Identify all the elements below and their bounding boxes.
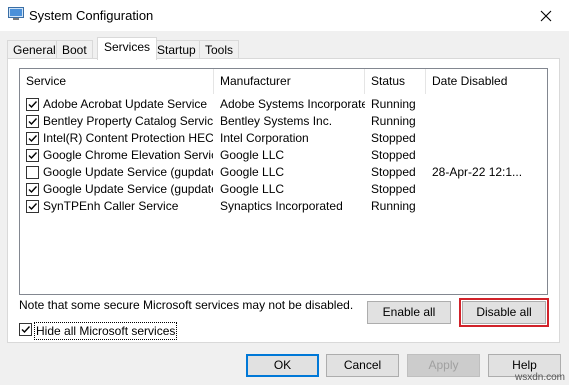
service-checkbox[interactable] xyxy=(26,115,39,128)
tab-boot[interactable]: Boot xyxy=(56,40,93,60)
enable-all-button[interactable]: Enable all xyxy=(367,301,451,324)
manufacturer: Adobe Systems Incorporated xyxy=(220,97,365,111)
service-name: Google Chrome Elevation Servic... xyxy=(43,148,213,162)
checkmark-icon xyxy=(28,135,38,143)
service-checkbox[interactable] xyxy=(26,166,39,179)
checkmark-icon xyxy=(28,152,38,160)
date-disabled xyxy=(432,96,544,113)
checkmark-icon xyxy=(28,118,38,126)
service-checkbox[interactable] xyxy=(26,98,39,111)
tab-startup[interactable]: Startup xyxy=(151,40,202,60)
manufacturer: Synaptics Incorporated xyxy=(220,199,343,213)
tab-general[interactable]: General xyxy=(7,40,62,60)
service-name: Google Update Service (gupdate) xyxy=(43,165,213,179)
date-disabled xyxy=(432,147,544,164)
table-row[interactable]: Intel(R) Content Protection HEC... Intel … xyxy=(20,130,547,147)
service-name: SynTPEnh Caller Service xyxy=(43,199,179,213)
table-row[interactable]: Adobe Acrobat Update Service Adobe System… xyxy=(20,96,547,113)
manufacturer: Google LLC xyxy=(220,148,285,162)
service-name: Adobe Acrobat Update Service xyxy=(43,97,208,111)
status: Running xyxy=(371,199,416,213)
status: Running xyxy=(371,114,416,128)
close-button[interactable] xyxy=(523,0,569,31)
service-name: Bentley Property Catalog Service xyxy=(43,114,213,128)
cancel-button[interactable]: Cancel xyxy=(326,354,399,377)
disable-all-button[interactable]: Disable all xyxy=(459,298,549,327)
checkmark-icon xyxy=(28,101,38,109)
status: Stopped xyxy=(371,182,416,196)
hide-ms-services-label: Hide all Microsoft services xyxy=(34,322,178,340)
table-row[interactable]: Google Chrome Elevation Servic... Google … xyxy=(20,147,547,164)
column-header-date-disabled[interactable]: Date Disabled xyxy=(426,69,547,94)
date-disabled xyxy=(432,113,544,130)
apply-button: Apply xyxy=(407,354,480,377)
service-checkbox[interactable] xyxy=(26,200,39,213)
manufacturer: Intel Corporation xyxy=(220,131,309,145)
table-row[interactable]: SynTPEnh Caller Service Synaptics Incorpo… xyxy=(20,198,547,215)
date-disabled xyxy=(432,198,544,215)
table-row[interactable]: Google Update Service (gupdate) Google LL… xyxy=(20,164,547,181)
service-checkbox[interactable] xyxy=(26,149,39,162)
manufacturer: Bentley Systems Inc. xyxy=(220,114,333,128)
manufacturer: Google LLC xyxy=(220,165,285,179)
column-header-manufacturer[interactable]: Manufacturer xyxy=(214,69,365,94)
checkbox[interactable] xyxy=(19,323,32,336)
watermark: wsxdn.com xyxy=(514,372,565,383)
note-text: Note that some secure Microsoft services… xyxy=(19,298,354,312)
service-name: Google Update Service (gupdatem) xyxy=(43,182,213,196)
tab-tools[interactable]: Tools xyxy=(199,40,240,60)
service-name: Intel(R) Content Protection HEC... xyxy=(43,131,213,145)
checkmark-icon xyxy=(21,326,31,334)
table-row[interactable]: Bentley Property Catalog Service Bentley … xyxy=(20,113,547,130)
manufacturer: Google LLC xyxy=(220,182,285,196)
status: Running xyxy=(371,97,416,111)
status: Stopped xyxy=(371,165,416,179)
window-title: System Configuration xyxy=(29,8,154,23)
date-disabled xyxy=(432,181,544,198)
column-header-status[interactable]: Status xyxy=(365,69,426,94)
close-icon xyxy=(540,10,552,21)
status: Stopped xyxy=(371,131,416,145)
tab-services[interactable]: Services xyxy=(97,37,158,60)
column-header-service[interactable]: Service xyxy=(20,69,214,94)
checkmark-icon xyxy=(28,186,38,194)
checkmark-icon xyxy=(28,203,38,211)
system-configuration-icon xyxy=(8,7,24,21)
services-list[interactable]: Service Manufacturer Status Date Disable… xyxy=(19,68,548,295)
date-disabled xyxy=(432,130,544,147)
service-checkbox[interactable] xyxy=(26,183,39,196)
service-checkbox[interactable] xyxy=(26,132,39,145)
table-row[interactable]: Google Update Service (gupdatem) Google L… xyxy=(20,181,547,198)
ok-button[interactable]: OK xyxy=(246,354,319,377)
date-disabled: 28-Apr-22 12:1... xyxy=(432,165,523,179)
status: Stopped xyxy=(371,148,416,162)
title-bar: System Configuration xyxy=(0,0,569,31)
